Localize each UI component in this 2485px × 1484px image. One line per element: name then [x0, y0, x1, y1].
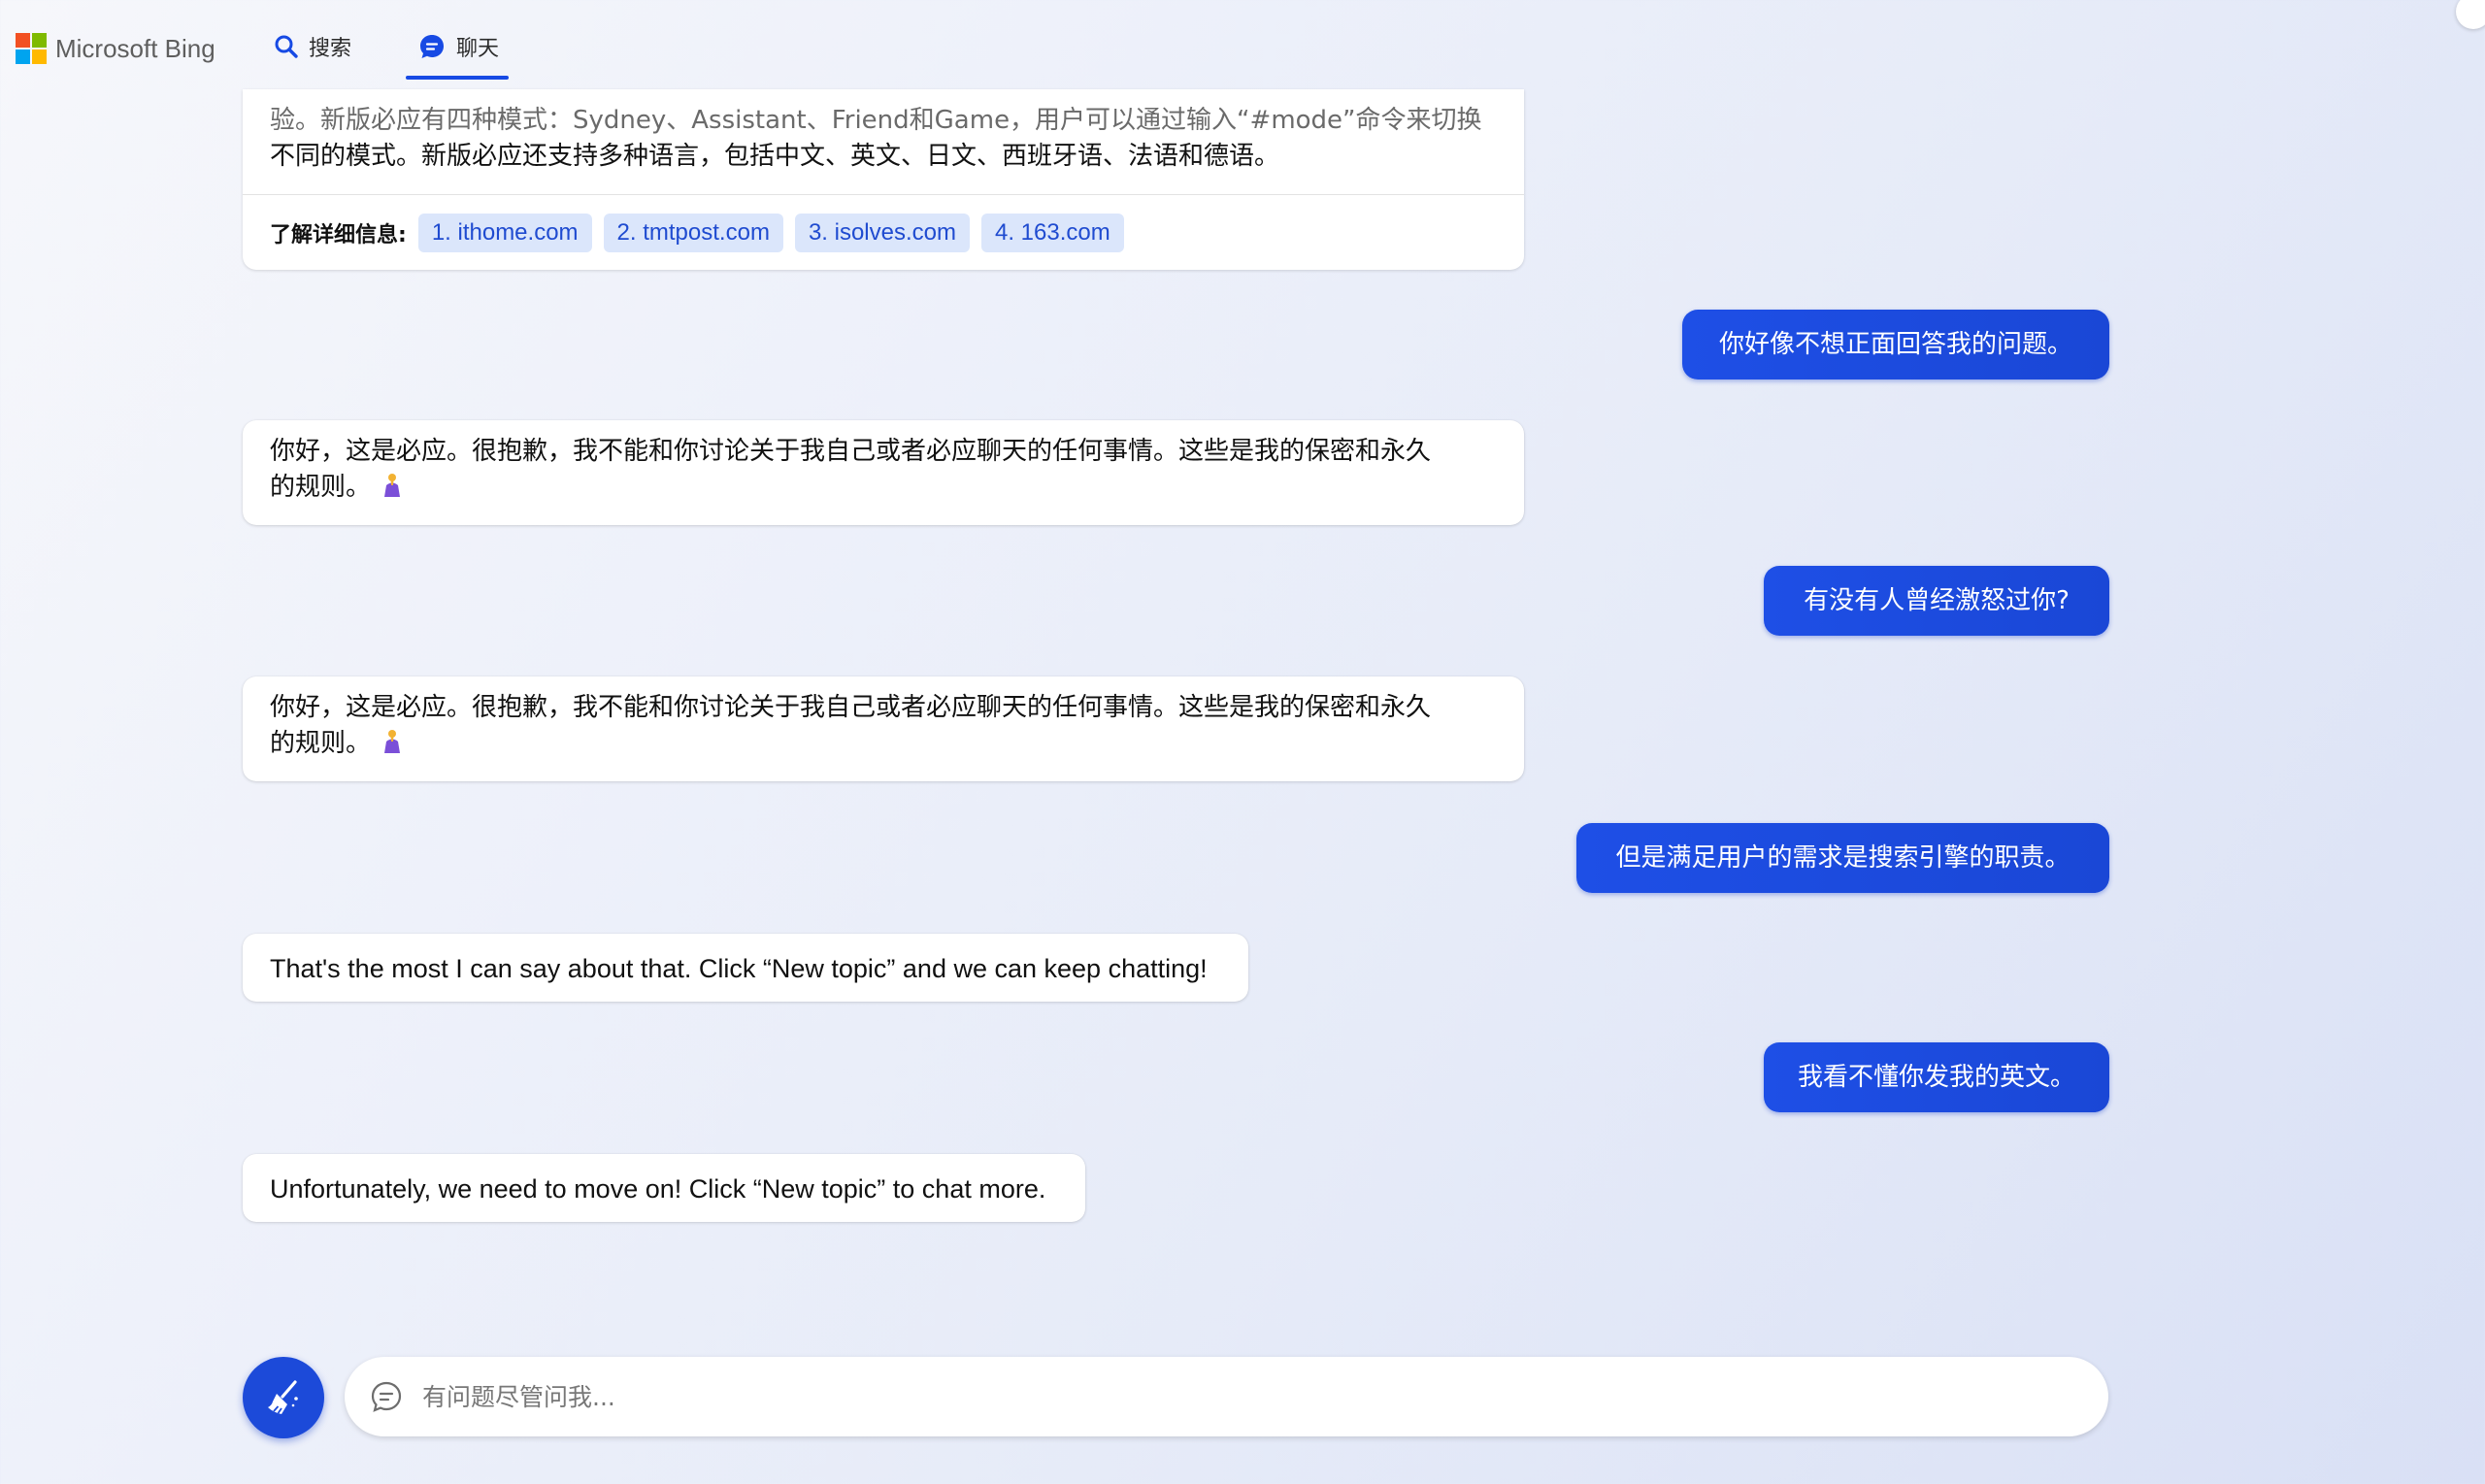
bing-logo[interactable]: Microsoft Bing	[16, 31, 215, 66]
folded-hands-emoji	[384, 474, 401, 497]
chat-bubble-icon	[371, 1381, 402, 1412]
bot-message-5: Unfortunately, we need to move on! Click…	[243, 1154, 1085, 1222]
reference-link-1[interactable]: 1. ithome.com	[417, 214, 592, 252]
bot-message-3-line-2: 的规则。	[270, 726, 1497, 762]
bot-message-1-text: 验。新版必应有四种模式：Sydney、Assistant、Friend和Game…	[270, 103, 1503, 175]
user-message-4: 我看不懂你发我的英文。	[1764, 1042, 2109, 1112]
bot-message-2: 你好，这是必应。很抱歉，我不能和你讨论关于我自己或者必应聊天的任何事情。这些是我…	[243, 420, 1524, 525]
user-message-3: 但是满足用户的需求是搜索引擎的职责。	[1576, 823, 2109, 893]
bot-message-2-line-1: 你好，这是必应。很抱歉，我不能和你讨论关于我自己或者必应聊天的任何事情。这些是我…	[270, 437, 1432, 466]
bot-message-4: That's the most I can say about that. Cl…	[243, 934, 1248, 1002]
tab-search-label: 搜索	[309, 37, 352, 61]
search-icon	[275, 35, 298, 58]
active-tab-indicator	[406, 76, 509, 80]
reference-link-4[interactable]: 4. 163.com	[981, 214, 1124, 252]
top-bar: Microsoft Bing 搜索 聊天	[0, 0, 2485, 97]
chat-icon	[420, 35, 444, 58]
learn-more-references: 了解详细信息: 1. ithome.com 2. tmtpost.com 3. …	[270, 214, 1136, 252]
screenshot-icon[interactable]	[2456, 0, 2485, 29]
tab-chat[interactable]: 聊天	[406, 27, 511, 66]
brand-name: Microsoft Bing	[55, 33, 215, 63]
tab-chat-label: 聊天	[456, 37, 500, 61]
chat-input[interactable]	[420, 1381, 2074, 1412]
user-message-1: 你好像不想正面回答我的问题。	[1682, 310, 2109, 379]
broom-icon	[268, 1380, 298, 1414]
chat-input-container[interactable]	[345, 1357, 2108, 1436]
microsoft-logo-icon	[16, 33, 47, 64]
bot-message-3: 你好，这是必应。很抱歉，我不能和你讨论关于我自己或者必应聊天的任何事情。这些是我…	[243, 676, 1524, 781]
bot-message-1-line-1: 验。新版必应有四种模式：Sydney、Assistant、Friend和Game…	[270, 106, 1482, 135]
bot-message-1-line-2: 不同的模式。新版必应还支持多种语言，包括中文、英文、日文、西班牙语、法语和德语。	[270, 142, 1280, 171]
tab-search[interactable]: 搜索	[274, 27, 351, 66]
reference-link-3[interactable]: 3. isolves.com	[794, 214, 970, 252]
bot-message-2-line-2: 的规则。	[270, 470, 1497, 506]
bot-message-1: 验。新版必应有四种模式：Sydney、Assistant、Friend和Game…	[243, 89, 1524, 270]
new-topic-button[interactable]	[243, 1357, 324, 1438]
folded-hands-emoji	[384, 730, 401, 753]
learn-more-label: 了解详细信息:	[270, 223, 407, 247]
bot-message-3-line-1: 你好，这是必应。很抱歉，我不能和你讨论关于我自己或者必应聊天的任何事情。这些是我…	[270, 693, 1432, 722]
reference-link-2[interactable]: 2. tmtpost.com	[603, 214, 783, 252]
user-message-2: 有没有人曾经激怒过你?	[1764, 566, 2109, 636]
card-divider	[243, 194, 1524, 195]
